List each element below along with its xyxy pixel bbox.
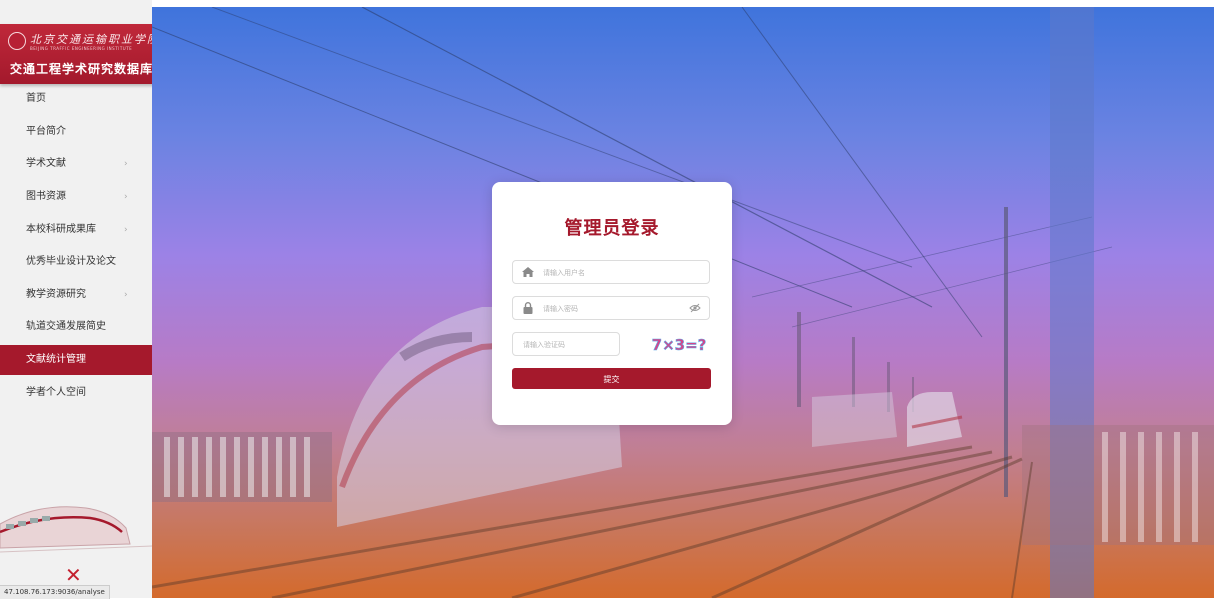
login-background: 管理员登录 7×3=? 提交: [152, 7, 1214, 598]
submit-button[interactable]: 提交: [512, 368, 711, 389]
sidebar-item[interactable]: 轨道交通发展简史: [0, 312, 152, 342]
sidebar-item[interactable]: 优秀毕业设计及论文: [0, 247, 152, 277]
username-input[interactable]: [541, 264, 685, 282]
close-icon[interactable]: ✕: [65, 565, 82, 585]
captcha-text: 7×3=?: [652, 336, 707, 354]
sidebar-item-label: 教学资源研究: [26, 288, 86, 300]
chevron-right-icon: ›: [124, 159, 128, 170]
lock-icon: [523, 302, 533, 314]
captcha-input[interactable]: [521, 336, 617, 354]
sidebar-item[interactable]: 学者个人空间: [0, 378, 152, 408]
password-input[interactable]: [541, 300, 685, 318]
school-name-en: BEIJING TRAFFIC ENGINEERING INSTITUTE: [30, 46, 133, 51]
sidebar-item[interactable]: 首页: [0, 84, 152, 114]
password-field[interactable]: [512, 296, 710, 320]
captcha-image[interactable]: 7×3=?: [648, 333, 710, 355]
admin-login-panel: 管理员登录 7×3=? 提交: [492, 182, 732, 425]
sidebar-item-label: 文献统计管理: [26, 354, 86, 366]
school-emblem-icon: [8, 32, 26, 50]
sidebar-item-label: 平台简介: [26, 125, 66, 137]
site-logo[interactable]: 北京交通运输职业学院 BEIJING TRAFFIC ENGINEERING I…: [0, 24, 152, 84]
sidebar-menu: 首页平台简介学术文献 › 图书资源 › 本校科研成果库 › 优秀毕业设计及论文 教学资源研究 ›…: [0, 84, 152, 410]
chevron-right-icon: ›: [124, 289, 128, 300]
database-name: 交通工程学术研究数据库: [10, 62, 152, 76]
captcha-field[interactable]: [512, 332, 620, 356]
status-bar-url: 47.108.76.173:9036/analyse: [0, 585, 110, 599]
sidebar-item-label: 轨道交通发展简史: [26, 321, 106, 333]
sidebar-item[interactable]: 本校科研成果库 ›: [0, 215, 152, 245]
chevron-right-icon: ›: [124, 191, 128, 202]
login-title: 管理员登录: [564, 218, 660, 239]
train-illustration: [0, 506, 152, 553]
sidebar-item-label: 学术文献: [26, 158, 66, 170]
sidebar-item[interactable]: 图书资源 ›: [0, 182, 152, 212]
sidebar-item[interactable]: 教学资源研究 ›: [0, 280, 152, 310]
sidebar-item[interactable]: 文献统计管理: [0, 345, 152, 376]
home-icon: [522, 267, 534, 277]
sidebar-item-label: 学者个人空间: [26, 386, 86, 398]
sidebar-item-label: 图书资源: [26, 190, 66, 202]
sidebar-item-label: 优秀毕业设计及论文: [26, 256, 116, 268]
sidebar-item[interactable]: 平台简介: [0, 117, 152, 147]
eye-icon[interactable]: [689, 303, 701, 313]
sidebar-item-label: 首页: [26, 93, 46, 104]
username-field[interactable]: [512, 260, 710, 284]
sidebar-item[interactable]: 学术文献 ›: [0, 149, 152, 179]
sidebar: 北京交通运输职业学院 BEIJING TRAFFIC ENGINEERING I…: [0, 0, 152, 598]
chevron-right-icon: ›: [124, 224, 128, 235]
sidebar-item-label: 本校科研成果库: [26, 223, 96, 235]
school-name: 北京交通运输职业学院: [30, 33, 152, 46]
